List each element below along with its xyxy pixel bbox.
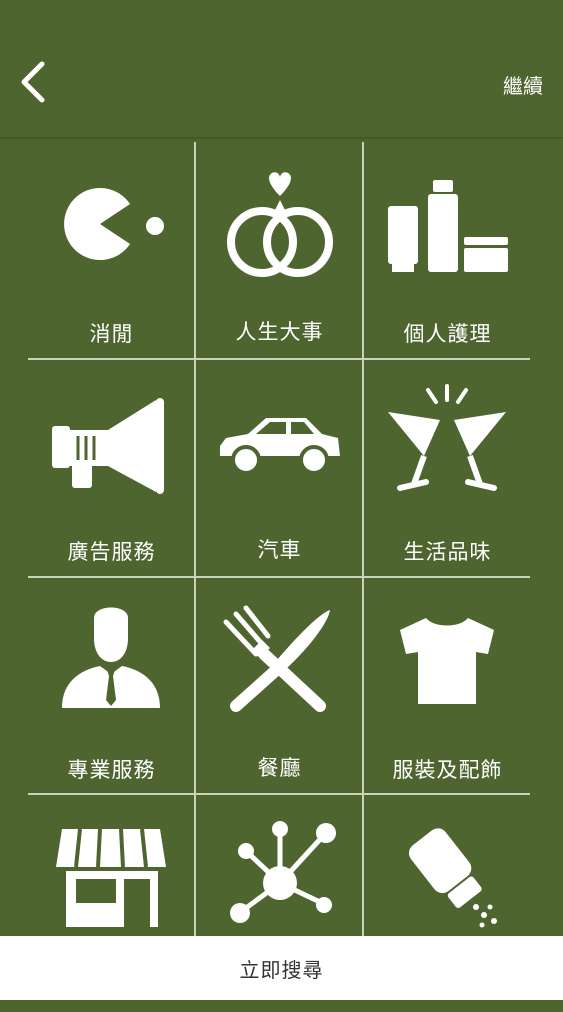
category-label: 廣告服務 bbox=[67, 540, 156, 564]
category-grid: 消閒 人生大事 個人護理 廣告服務 汽車 生活品味 專業服務 餐廳 服裝及配飾 bbox=[28, 142, 530, 936]
search-now-label: 立即搜尋 bbox=[239, 957, 324, 982]
search-now-button[interactable]: 立即搜尋 bbox=[0, 936, 563, 1000]
category-label: 消閒 bbox=[89, 322, 134, 346]
category-label: 專業服務 bbox=[67, 758, 156, 782]
category-advertising[interactable]: 廣告服務 bbox=[28, 360, 195, 577]
top-bar: 繼續 bbox=[0, 0, 563, 138]
category-label: 生活品味 bbox=[403, 540, 492, 564]
category-label: 餐廳 bbox=[257, 756, 302, 780]
category-restaurant[interactable]: 餐廳 bbox=[196, 578, 363, 795]
chevron-left-icon bbox=[21, 61, 45, 103]
category-label: 人生大事 bbox=[235, 320, 324, 344]
category-label: 個人護理 bbox=[403, 322, 492, 346]
category-label: 汽車 bbox=[257, 538, 302, 562]
back-button[interactable] bbox=[14, 60, 54, 104]
category-automobile[interactable]: 汽車 bbox=[196, 360, 363, 577]
category-life-events[interactable]: 人生大事 bbox=[196, 142, 363, 359]
category-lifestyle[interactable]: 生活品味 bbox=[364, 360, 531, 577]
category-label: 服裝及配飾 bbox=[392, 758, 503, 782]
category-clothing[interactable]: 服裝及配飾 bbox=[364, 578, 531, 795]
category-leisure[interactable]: 消閒 bbox=[28, 142, 195, 359]
category-personal-care[interactable]: 個人護理 bbox=[364, 142, 531, 359]
category-professional-services[interactable]: 專業服務 bbox=[28, 578, 195, 795]
continue-button[interactable]: 繼續 bbox=[503, 70, 543, 99]
